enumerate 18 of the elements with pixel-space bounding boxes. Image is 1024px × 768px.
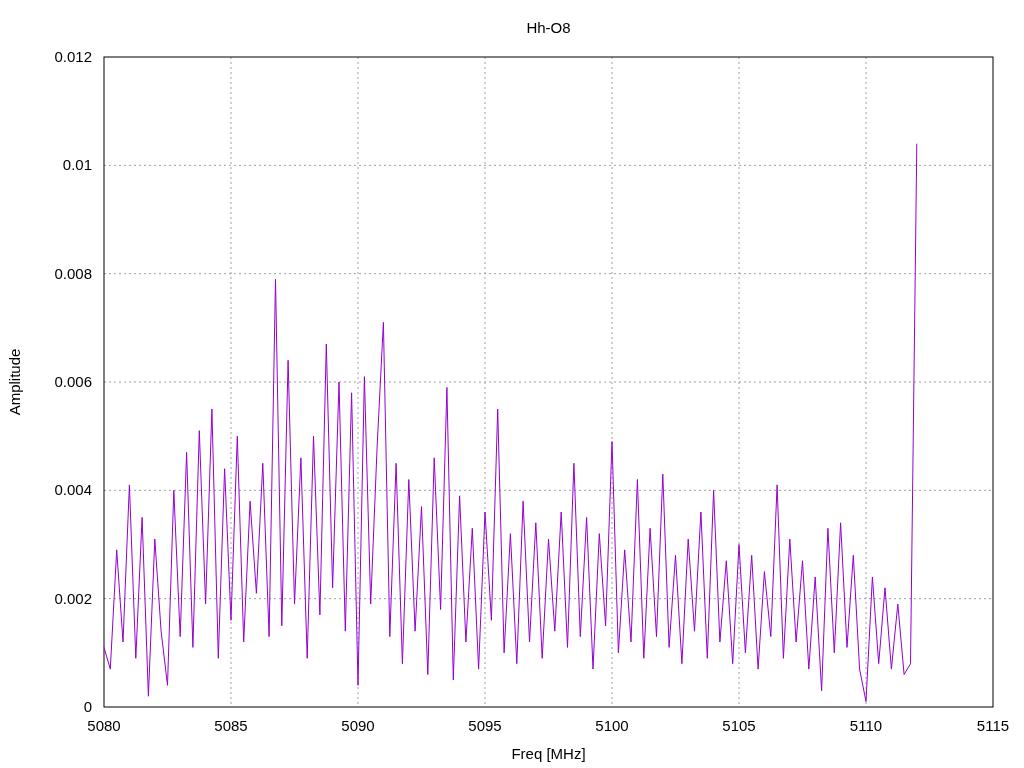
x-tick-label: 5105 (722, 717, 756, 734)
x-tick-label: 5080 (87, 717, 121, 734)
y-tick-label: 0.01 (62, 156, 92, 174)
y-tick-label: 0.008 (54, 264, 92, 282)
x-axis-label: Freq [MHz] (511, 745, 586, 762)
x-tick-label: 5100 (595, 717, 629, 734)
y-tick-label: 0 (83, 698, 92, 715)
x-tick-label: 5115 (976, 717, 1010, 734)
y-tick-label: 0.004 (54, 481, 92, 499)
chart-title: Hh-O8 (526, 19, 571, 36)
x-tick-label: 5090 (341, 717, 375, 734)
y-tick-label: 0.012 (54, 48, 92, 65)
x-tick-label: 5095 (468, 717, 502, 734)
y-axis-label: Amplitude (6, 348, 23, 416)
y-tick-label: 0.006 (54, 373, 92, 390)
x-tick-label: 5110 (849, 717, 883, 734)
x-tick-label: 5085 (214, 717, 248, 734)
y-tick-label: 0.002 (54, 589, 92, 607)
